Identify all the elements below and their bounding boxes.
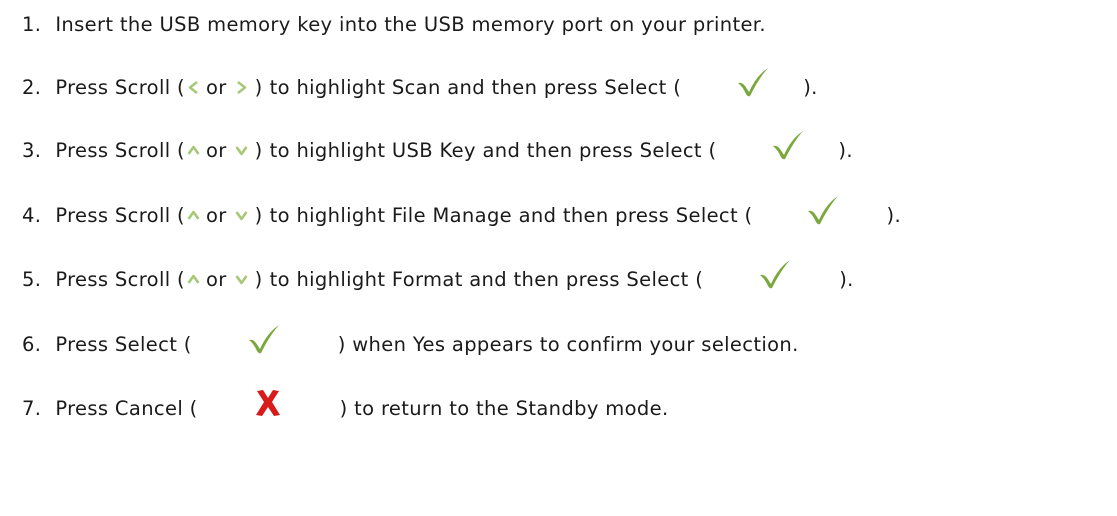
step-number: 2. (22, 75, 42, 99)
step-number: 7. (22, 396, 42, 420)
scroll-down-arrow-icon (235, 143, 248, 158)
select-checkmark-icon (768, 128, 808, 162)
step-number: 6. (22, 332, 42, 356)
step-text-end: ). (839, 267, 854, 291)
step-text-before: Press Scroll ( (55, 75, 185, 99)
step-text-end: ). (838, 138, 853, 162)
step-text-middle: to highlight Format and then press Selec… (269, 267, 704, 291)
step-text-after: ) to return to the Standby mode. (339, 396, 669, 420)
select-checkmark-icon (244, 322, 284, 356)
step-text-middle: to highlight File Manage and then press … (269, 203, 753, 227)
or-text: or (206, 203, 227, 227)
or-text: or (206, 138, 227, 162)
step-text-end: ). (803, 75, 818, 99)
scroll-left-arrow-icon (187, 80, 200, 95)
step-7: 7. Press Cancel ( ) to return to the Sta… (22, 388, 669, 425)
close-paren: ) (254, 203, 263, 227)
step-2: 2. Press Scroll ( or ) to highlight Scan… (22, 68, 818, 104)
step-text-before: Press Cancel ( (55, 396, 198, 420)
step-6: 6. Press Select ( ) when Yes appears to … (22, 325, 799, 361)
close-paren: ) (254, 267, 263, 291)
close-paren: ) (254, 75, 263, 99)
step-text-before: Press Scroll ( (55, 203, 185, 227)
step-5: 5. Press Scroll ( or ) to highlight Form… (22, 260, 854, 296)
step-number: 3. (22, 138, 42, 162)
step-text-end: ). (886, 203, 902, 227)
step-text-middle: to highlight Scan and then press Select … (269, 75, 682, 99)
step-text-before: Press Scroll ( (55, 138, 185, 162)
select-checkmark-icon (755, 257, 795, 291)
or-text: or (206, 267, 227, 291)
instruction-steps: 1. Insert the USB memory key into the US… (0, 0, 1117, 516)
step-text: Insert the USB memory key into the USB m… (55, 12, 766, 36)
step-number: 1. (22, 12, 42, 36)
cancel-x-icon (254, 388, 282, 418)
step-3: 3. Press Scroll ( or ) to highlight USB … (22, 131, 853, 167)
close-paren: ) (254, 138, 263, 162)
scroll-right-arrow-icon (235, 80, 248, 95)
step-1: 1. Insert the USB memory key into the US… (22, 7, 766, 41)
scroll-up-arrow-icon (187, 272, 200, 287)
step-number: 4. (22, 203, 42, 227)
step-number: 5. (22, 267, 42, 291)
step-text-before: Press Select ( (55, 332, 192, 356)
step-4: 4. Press Scroll ( or ) to highlight File… (22, 196, 902, 232)
scroll-down-arrow-icon (235, 272, 248, 287)
select-checkmark-icon (803, 193, 843, 227)
scroll-up-arrow-icon (187, 143, 200, 158)
scroll-up-arrow-icon (187, 208, 200, 223)
step-text-middle: to highlight USB Key and then press Sele… (269, 138, 717, 162)
step-text-after: ) when Yes appears to confirm your selec… (337, 332, 799, 356)
select-checkmark-icon (733, 65, 773, 99)
step-text-before: Press Scroll ( (55, 267, 185, 291)
or-text: or (206, 75, 227, 99)
scroll-down-arrow-icon (235, 208, 248, 223)
